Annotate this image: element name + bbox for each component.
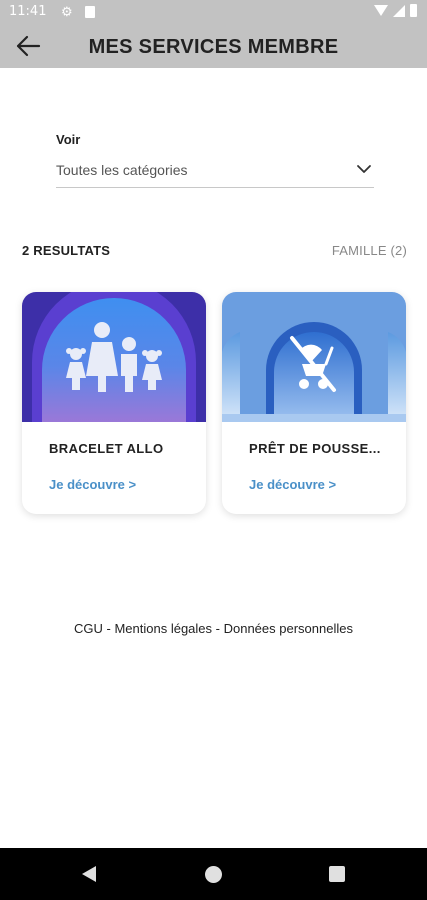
cgu-link[interactable]: CGU <box>74 621 103 636</box>
filter-label: Voir <box>56 132 81 147</box>
battery-icon <box>410 4 417 17</box>
footer-separator: - <box>102 621 115 636</box>
footer-separator: - <box>212 621 224 636</box>
settings-gear-icon: ⚙ <box>61 4 73 19</box>
status-icons <box>374 4 417 17</box>
stroller-icon <box>222 292 406 422</box>
status-bar: 11:41 ⚙ <box>0 0 427 24</box>
service-card-pret-poussette[interactable]: PRÊT DE POUSSE... Je découvre > <box>222 292 406 514</box>
mentions-legales-link[interactable]: Mentions légales <box>114 621 212 636</box>
category-select[interactable]: Toutes les catégories <box>56 156 374 188</box>
nav-recents-icon[interactable] <box>329 866 345 882</box>
discover-link[interactable]: Je découvre > <box>49 477 136 492</box>
card-title: PRÊT DE POUSSE... <box>249 441 381 456</box>
results-count: 2 RESULTATS <box>22 243 111 258</box>
service-card-bracelet[interactable]: BRACELET ALLO Je découvre > <box>22 292 206 514</box>
system-nav-bar <box>0 848 427 900</box>
nav-back-icon[interactable] <box>82 866 96 882</box>
page-title: MES SERVICES MEMBRE <box>88 36 339 58</box>
donnees-personnelles-link[interactable]: Données personnelles <box>224 621 353 636</box>
wifi-icon <box>374 5 388 16</box>
chevron-down-icon <box>357 165 371 173</box>
footer-links: CGU - Mentions légales - Données personn… <box>0 621 427 636</box>
app-bar: MES SERVICES MEMBRE <box>0 24 427 68</box>
card-title: BRACELET ALLO <box>49 441 164 456</box>
results-filter-famille[interactable]: FAMILLE (2) <box>332 243 407 258</box>
discover-link[interactable]: Je découvre > <box>249 477 336 492</box>
nav-home-icon[interactable] <box>205 866 222 883</box>
cell-signal-icon <box>393 4 405 17</box>
family-icon <box>22 292 206 422</box>
category-select-value: Toutes les catégories <box>56 162 188 178</box>
sd-card-icon <box>85 6 95 18</box>
status-time: 11:41 <box>9 4 47 19</box>
